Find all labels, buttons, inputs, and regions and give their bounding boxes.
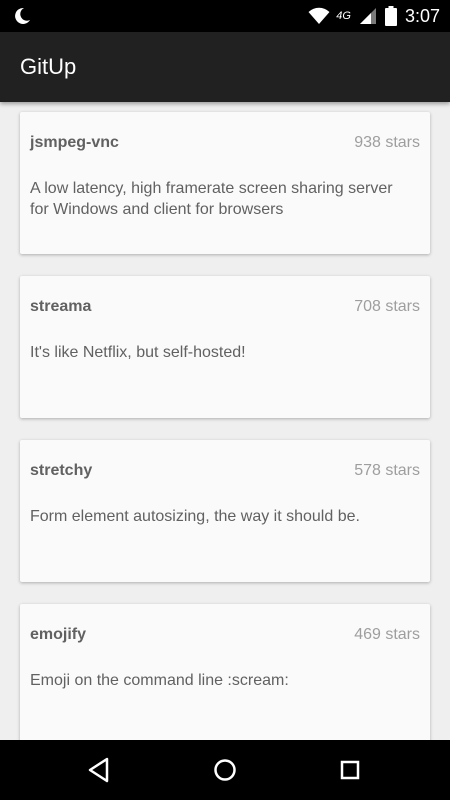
status-time: 3:07: [404, 5, 440, 26]
repo-stars: 938 stars: [354, 134, 420, 151]
navigation-bar: [0, 740, 450, 800]
wifi-icon: [308, 7, 330, 24]
repo-stars: 578 stars: [354, 462, 420, 479]
home-icon[interactable]: [209, 754, 241, 786]
repo-description: It's like Netflix, but self-hosted!: [30, 344, 246, 361]
repo-card[interactable]: emojify 469 stars Emoji on the command l…: [20, 604, 430, 740]
repo-card[interactable]: streama 708 stars It's like Netflix, but…: [20, 276, 430, 418]
status-icons: 4G 3:07: [308, 0, 440, 32]
repo-card[interactable]: jsmpeg-vnc 938 stars A low latency, high…: [20, 112, 430, 254]
repo-description: Form element autosizing, the way it shou…: [30, 508, 360, 525]
network-type-label: 4G: [336, 10, 351, 22]
cellular-signal-icon: [359, 8, 376, 24]
repo-stars: 708 stars: [354, 298, 420, 315]
repo-description: A low latency, high framerate screen sha…: [30, 180, 393, 218]
back-icon[interactable]: [83, 754, 115, 786]
repo-name: stretchy: [30, 462, 93, 479]
repo-description: Emoji on the command line :scream:: [30, 672, 289, 689]
repo-stars: 469 stars: [354, 626, 420, 643]
battery-icon: [384, 6, 397, 26]
repo-list[interactable]: jsmpeg-vnc 938 stars A low latency, high…: [0, 102, 450, 740]
repo-name: jsmpeg-vnc: [30, 134, 119, 151]
repo-card[interactable]: stretchy 578 stars Form element autosizi…: [20, 440, 430, 582]
recents-icon[interactable]: [334, 754, 366, 786]
repo-name: emojify: [30, 626, 87, 643]
app-title: GitUp: [20, 54, 77, 79]
repo-name: streama: [30, 298, 92, 315]
app-bar: GitUp: [0, 32, 450, 102]
do-not-disturb-moon-icon: [15, 7, 30, 24]
status-bar: 4G 3:07: [0, 0, 450, 32]
